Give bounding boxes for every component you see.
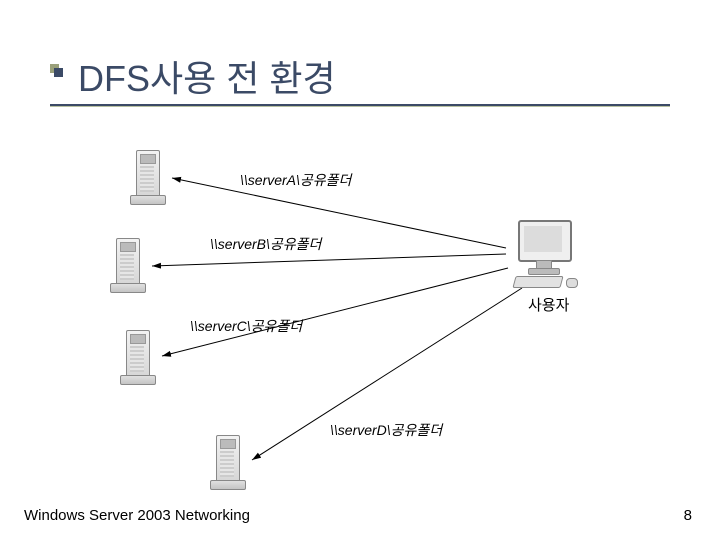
share-path-label-1: \\serverA\공유폴더: [240, 170, 351, 190]
arrow-2: [152, 254, 506, 266]
client-pc-icon: [510, 220, 580, 290]
page-number: 8: [684, 507, 692, 524]
slide-title: DFS사용 전 환경: [78, 50, 336, 102]
server-icon-2: [110, 238, 150, 293]
server-icon-3: [120, 330, 160, 385]
title-underline: [50, 104, 670, 106]
server-icon-4: [210, 435, 250, 490]
server-icon-1: [130, 150, 170, 205]
arrow-3: [162, 268, 508, 356]
footer-text: Windows Server 2003 Networking: [24, 507, 250, 524]
slide: DFS사용 전 환경 사용자 \\serverA\공유폴더 \\serverB\공…: [0, 0, 720, 540]
bullet-icon: [50, 64, 63, 77]
share-path-label-2: \\serverB\공유폴더: [210, 234, 321, 254]
share-path-label-3: \\serverC\공유폴더: [190, 316, 302, 336]
diagram-area: 사용자 \\serverA\공유폴더 \\serverB\공유폴더 \\server…: [50, 120, 670, 490]
share-path-label-4: \\serverD\공유폴더: [330, 420, 442, 440]
user-label: 사용자: [528, 294, 569, 315]
